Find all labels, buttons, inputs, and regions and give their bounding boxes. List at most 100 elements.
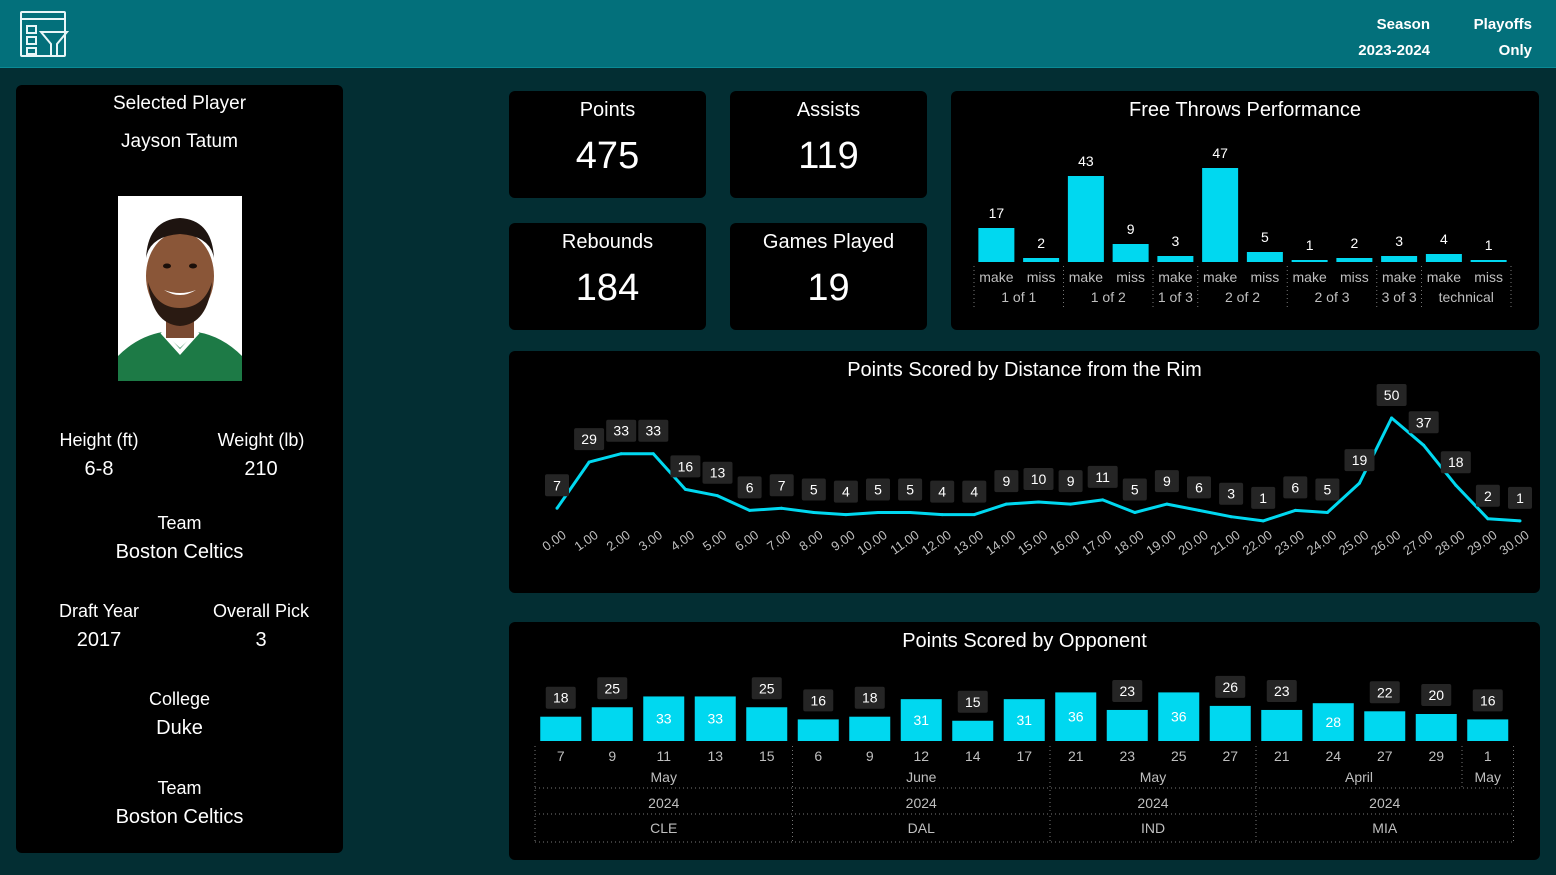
playoffs-filter[interactable]: Playoffs Only — [1440, 12, 1532, 64]
opponent-day-label: 17 — [1016, 748, 1032, 764]
ft-group-label: 1 of 3 — [1158, 289, 1193, 305]
opponent-year-label: 2024 — [1137, 795, 1168, 811]
opponent-month-label: June — [906, 769, 937, 785]
distance-data-label: 5 — [1131, 482, 1139, 498]
ft-category-label: miss — [1474, 269, 1503, 285]
ft-data-label: 4 — [1440, 231, 1448, 247]
opponent-month-label: May — [1140, 769, 1166, 785]
distance-x-tick: 18.00 — [1111, 527, 1146, 558]
season-filter[interactable]: Season 2023-2024 — [1330, 12, 1430, 64]
distance-point — [587, 460, 591, 464]
distance-data-label: 5 — [810, 482, 818, 498]
ft-data-label: 2 — [1037, 235, 1045, 251]
opponent-year-label: 2024 — [1369, 795, 1400, 811]
opponent-team-label: MIA — [1372, 820, 1398, 836]
opponent-year-label: 2024 — [648, 795, 679, 811]
height-value: 6-8 — [84, 458, 114, 480]
opponent-data-label: 26 — [1222, 679, 1238, 695]
ft-data-label: 17 — [989, 205, 1005, 221]
ft-bar — [1112, 244, 1149, 262]
distance-x-tick: 27.00 — [1400, 527, 1435, 558]
opponent-bar — [1106, 709, 1148, 741]
ft-category-label: miss — [1116, 269, 1145, 285]
distance-data-label: 18 — [1448, 454, 1464, 470]
opponent-team-label: DAL — [908, 820, 935, 836]
opponent-chart-card[interactable]: Points Scored by Opponent 18 7 25 9 33 11 33 13… — [509, 622, 1540, 860]
points-card[interactable]: Points 475 — [509, 91, 706, 198]
opponent-data-label: 20 — [1428, 687, 1444, 703]
free-throws-chart[interactable]: 17make2miss43make9miss3make47make5miss1m… — [951, 91, 1539, 330]
points-label: Points — [579, 99, 636, 121]
distance-data-label: 2 — [1484, 488, 1492, 504]
distance-point — [1197, 508, 1201, 512]
distance-point — [1293, 508, 1297, 512]
opponent-data-label: 25 — [759, 680, 775, 696]
distance-x-tick: 7.00 — [764, 527, 793, 554]
ft-category-label: make — [1382, 269, 1416, 285]
opponent-data-label: 36 — [1171, 709, 1187, 725]
distance-point — [1133, 511, 1137, 514]
opponent-day-label: 6 — [814, 748, 822, 764]
distance-point — [683, 487, 687, 491]
distance-data-label: 9 — [1163, 473, 1171, 489]
free-throws-chart-card[interactable]: Free Throws Performance 17 make 2 miss 43 mak… — [951, 91, 1539, 330]
games-played-value: 19 — [807, 267, 850, 309]
distance-point — [940, 513, 944, 517]
opponent-month-label: April — [1345, 769, 1373, 785]
ft-bar — [1202, 168, 1239, 262]
rebounds-card[interactable]: Rebounds 184 — [509, 223, 706, 330]
distance-x-tick: 0.00 — [539, 527, 568, 554]
ft-category-label: miss — [1027, 269, 1056, 285]
filter-report-icon[interactable] — [19, 10, 69, 58]
ft-bar — [1470, 260, 1507, 262]
distance-x-tick: 2.00 — [604, 527, 633, 554]
distance-point — [651, 452, 655, 456]
distance-data-label: 1 — [1259, 490, 1267, 506]
ft-group-label: technical — [1439, 289, 1494, 305]
distance-x-tick: 10.00 — [854, 527, 889, 558]
weight-value: 210 — [244, 458, 278, 480]
distance-x-tick: 13.00 — [951, 527, 986, 558]
distance-x-tick: 21.00 — [1208, 527, 1243, 558]
distance-point — [1454, 483, 1458, 487]
distance-chart[interactable]: 70.00291.00332.00333.00164.00135.0066.00… — [509, 351, 1540, 593]
distance-x-tick: 17.00 — [1079, 527, 1114, 558]
assists-card[interactable]: Assists 119 — [730, 91, 927, 198]
ft-bar — [1291, 260, 1328, 262]
distance-x-tick: 24.00 — [1304, 527, 1339, 558]
height-label: Height (ft) — [59, 430, 139, 450]
distance-point — [1229, 515, 1233, 519]
ft-bar — [978, 228, 1015, 262]
opponent-day-label: 23 — [1119, 748, 1135, 764]
player-name: Jayson Tatum — [121, 131, 238, 152]
opponent-bar — [952, 720, 994, 741]
distance-x-tick: 6.00 — [732, 527, 761, 554]
ft-category-label: make — [1158, 269, 1192, 285]
opponent-data-label: 18 — [553, 690, 569, 706]
ft-group-label: 1 of 2 — [1091, 289, 1126, 305]
player-panel: Selected Player Jayson Tatum Height (ft)… — [16, 85, 343, 853]
ft-category-label: miss — [1340, 269, 1369, 285]
distance-data-label: 33 — [613, 423, 629, 439]
distance-x-tick: 15.00 — [1015, 527, 1050, 558]
opponent-day-label: 29 — [1428, 748, 1444, 764]
distance-data-label: 19 — [1352, 452, 1368, 468]
distance-point — [1422, 443, 1426, 447]
distance-data-label: 33 — [646, 423, 662, 439]
opponent-bar — [1467, 719, 1509, 741]
opponent-day-label: 21 — [1068, 748, 1084, 764]
ft-data-label: 43 — [1078, 153, 1094, 169]
games-played-card[interactable]: Games Played 19 — [730, 223, 927, 330]
opponent-chart[interactable]: 18 7 25 9 33 11 33 13 25 15 16 6 18 9 31 12 15 14 31 17 36 21… — [509, 622, 1540, 860]
distance-chart-card[interactable]: Points Scored by Distance from the Rim 7… — [509, 351, 1540, 593]
distance-x-tick: 25.00 — [1336, 527, 1371, 558]
ft-category-label: make — [1293, 269, 1327, 285]
distance-point — [1390, 416, 1394, 420]
ft-group-label: 1 of 1 — [1001, 289, 1036, 305]
distance-data-label: 7 — [778, 477, 786, 493]
draft-year-label: Draft Year — [58, 601, 140, 621]
opponent-day-label: 9 — [866, 748, 874, 764]
distance-data-label: 5 — [906, 482, 914, 498]
opponent-day-label: 11 — [656, 748, 671, 764]
ft-group-label: 2 of 2 — [1225, 289, 1260, 305]
